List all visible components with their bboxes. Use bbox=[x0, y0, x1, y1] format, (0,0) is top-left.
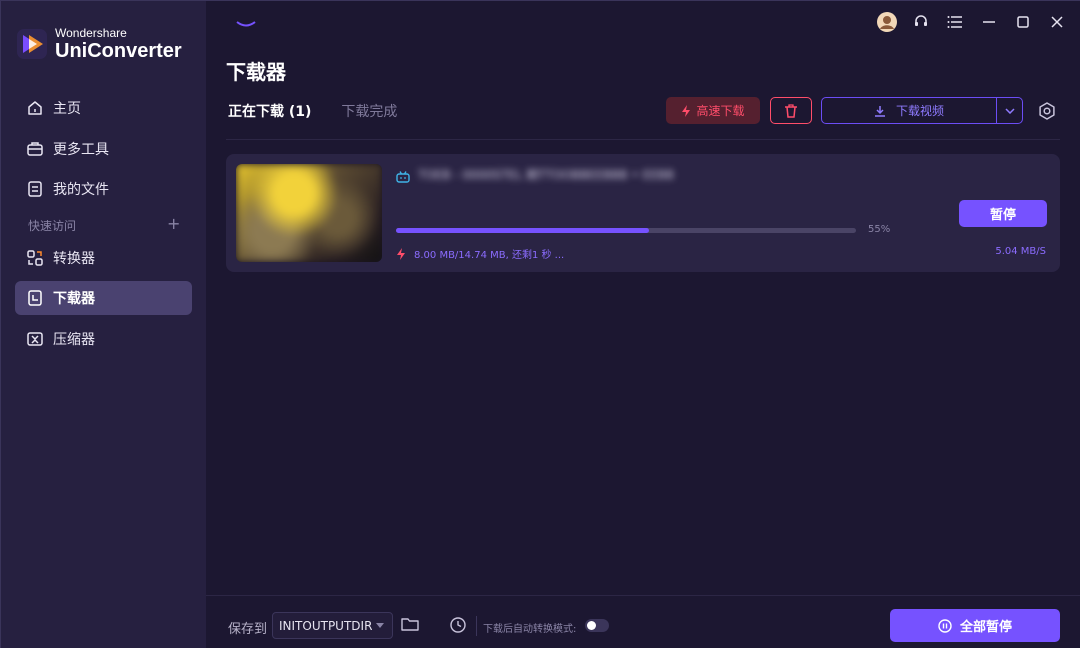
footer-bar: 保存到 INITOUTPUTDIR\ 下载后自动转换模式: 全部暂停 bbox=[206, 595, 1080, 648]
tab-active-indicator bbox=[236, 21, 256, 27]
downloader-icon bbox=[25, 288, 45, 308]
tab-downloading[interactable]: 正在下载 (1) bbox=[228, 101, 311, 121]
sidebar-item-label: 主页 bbox=[53, 101, 81, 117]
folder-icon[interactable] bbox=[401, 616, 421, 636]
quick-access-add-button[interactable]: + bbox=[167, 214, 180, 233]
sidebar-item-converter[interactable]: 转换器 bbox=[15, 241, 192, 275]
avatar[interactable] bbox=[876, 11, 898, 33]
video-thumbnail bbox=[236, 164, 382, 262]
pause-circle-icon bbox=[938, 618, 952, 633]
output-folder-select[interactable]: INITOUTPUTDIR\ bbox=[272, 612, 393, 639]
high-speed-download-label: 高速下载 bbox=[696, 104, 745, 118]
sidebar-item-home[interactable]: 主页 bbox=[15, 91, 192, 125]
caret-down-icon bbox=[372, 623, 392, 628]
home-icon bbox=[25, 98, 45, 118]
download-video-button[interactable]: 下载视频 bbox=[821, 97, 1023, 124]
sidebar: Wondershare UniConverter 主页 更多工具 我的文件 快速… bbox=[1, 1, 206, 648]
menu-icon[interactable] bbox=[944, 11, 966, 33]
toolbox-icon bbox=[25, 139, 45, 159]
page-title: 下载器 bbox=[226, 60, 286, 84]
pause-all-label: 全部暂停 bbox=[959, 620, 1012, 635]
pause-button[interactable]: 暂停 bbox=[959, 200, 1047, 227]
minimize-icon[interactable] bbox=[978, 11, 1000, 33]
download-progress-bar bbox=[396, 228, 856, 233]
download-speed: 5.04 MB/S bbox=[995, 246, 1046, 257]
progress-percent: 55% bbox=[868, 224, 891, 235]
quick-access-label: 快速访问 bbox=[28, 219, 77, 233]
titlebar bbox=[864, 11, 1068, 33]
file-icon bbox=[25, 179, 45, 199]
output-folder-value: INITOUTPUTDIR\ bbox=[279, 618, 372, 633]
sidebar-item-label: 更多工具 bbox=[53, 142, 109, 158]
uniconverter-logo-icon bbox=[17, 27, 49, 61]
gear-icon bbox=[1038, 102, 1056, 120]
footer-separator bbox=[476, 616, 477, 636]
sidebar-item-label: 转换器 bbox=[53, 251, 95, 267]
main-panel: 下载器 正在下载 (1) 下载完成 高速下载 下载视频 TOEB - 0000S… bbox=[206, 1, 1080, 648]
tab-finished[interactable]: 下载完成 bbox=[341, 101, 397, 121]
brand-company: Wondershare bbox=[55, 26, 127, 40]
sidebar-item-downloader[interactable]: 下载器 bbox=[15, 281, 192, 315]
headset-support-icon[interactable] bbox=[910, 11, 932, 33]
download-icon bbox=[874, 105, 886, 117]
app-logo: Wondershare UniConverter bbox=[17, 27, 182, 61]
download-item-card: TOEB - 0000STEL 期TTOOBBEEBBB • EEBB 55% … bbox=[226, 154, 1060, 272]
sidebar-item-more-tools[interactable]: 更多工具 bbox=[15, 132, 192, 166]
sidebar-item-my-files[interactable]: 我的文件 bbox=[15, 172, 192, 206]
high-speed-download-button[interactable]: 高速下载 bbox=[666, 97, 760, 124]
download-video-label: 下载视频 bbox=[895, 104, 944, 118]
compressor-icon bbox=[25, 329, 45, 349]
auto-convert-label: 下载后自动转换模式: bbox=[483, 624, 577, 635]
maximize-icon[interactable] bbox=[1012, 11, 1034, 33]
sidebar-item-label: 下载器 bbox=[53, 291, 95, 307]
sidebar-item-label: 压缩器 bbox=[53, 332, 95, 348]
download-size-remaining: 8.00 MB/14.74 MB, 还剩1 秒 ... bbox=[414, 250, 565, 261]
sidebar-item-label: 我的文件 bbox=[53, 182, 109, 198]
bilibili-icon bbox=[396, 168, 410, 183]
app-window: Wondershare UniConverter 主页 更多工具 我的文件 快速… bbox=[0, 0, 1080, 648]
lightning-icon bbox=[396, 247, 406, 260]
sidebar-item-compressor[interactable]: 压缩器 bbox=[15, 322, 192, 356]
trash-icon bbox=[784, 103, 798, 118]
converter-icon bbox=[25, 248, 45, 268]
video-title: TOEB - 0000STEL 期TTOOBBEEBBB • EEBB bbox=[418, 168, 675, 182]
auto-convert-toggle[interactable] bbox=[585, 619, 609, 632]
chevron-down-icon bbox=[1004, 107, 1015, 114]
download-options-dropdown[interactable] bbox=[996, 98, 1022, 123]
download-info: 8.00 MB/14.74 MB, 还剩1 秒 ... bbox=[396, 246, 564, 261]
header-divider bbox=[226, 139, 1060, 140]
pause-all-button[interactable]: 全部暂停 bbox=[890, 609, 1060, 642]
close-icon[interactable] bbox=[1046, 11, 1068, 33]
tab-bar: 正在下载 (1) 下载完成 bbox=[228, 101, 427, 121]
delete-button[interactable] bbox=[770, 97, 812, 124]
settings-button[interactable] bbox=[1036, 100, 1058, 122]
download-video-main[interactable]: 下载视频 bbox=[822, 98, 996, 123]
brand-product: UniConverter bbox=[55, 40, 182, 62]
toggle-knob bbox=[587, 621, 596, 630]
download-progress-fill bbox=[396, 228, 649, 233]
save-to-label: 保存到 bbox=[228, 622, 268, 637]
clock-icon[interactable] bbox=[449, 616, 469, 636]
lightning-icon bbox=[681, 104, 691, 117]
